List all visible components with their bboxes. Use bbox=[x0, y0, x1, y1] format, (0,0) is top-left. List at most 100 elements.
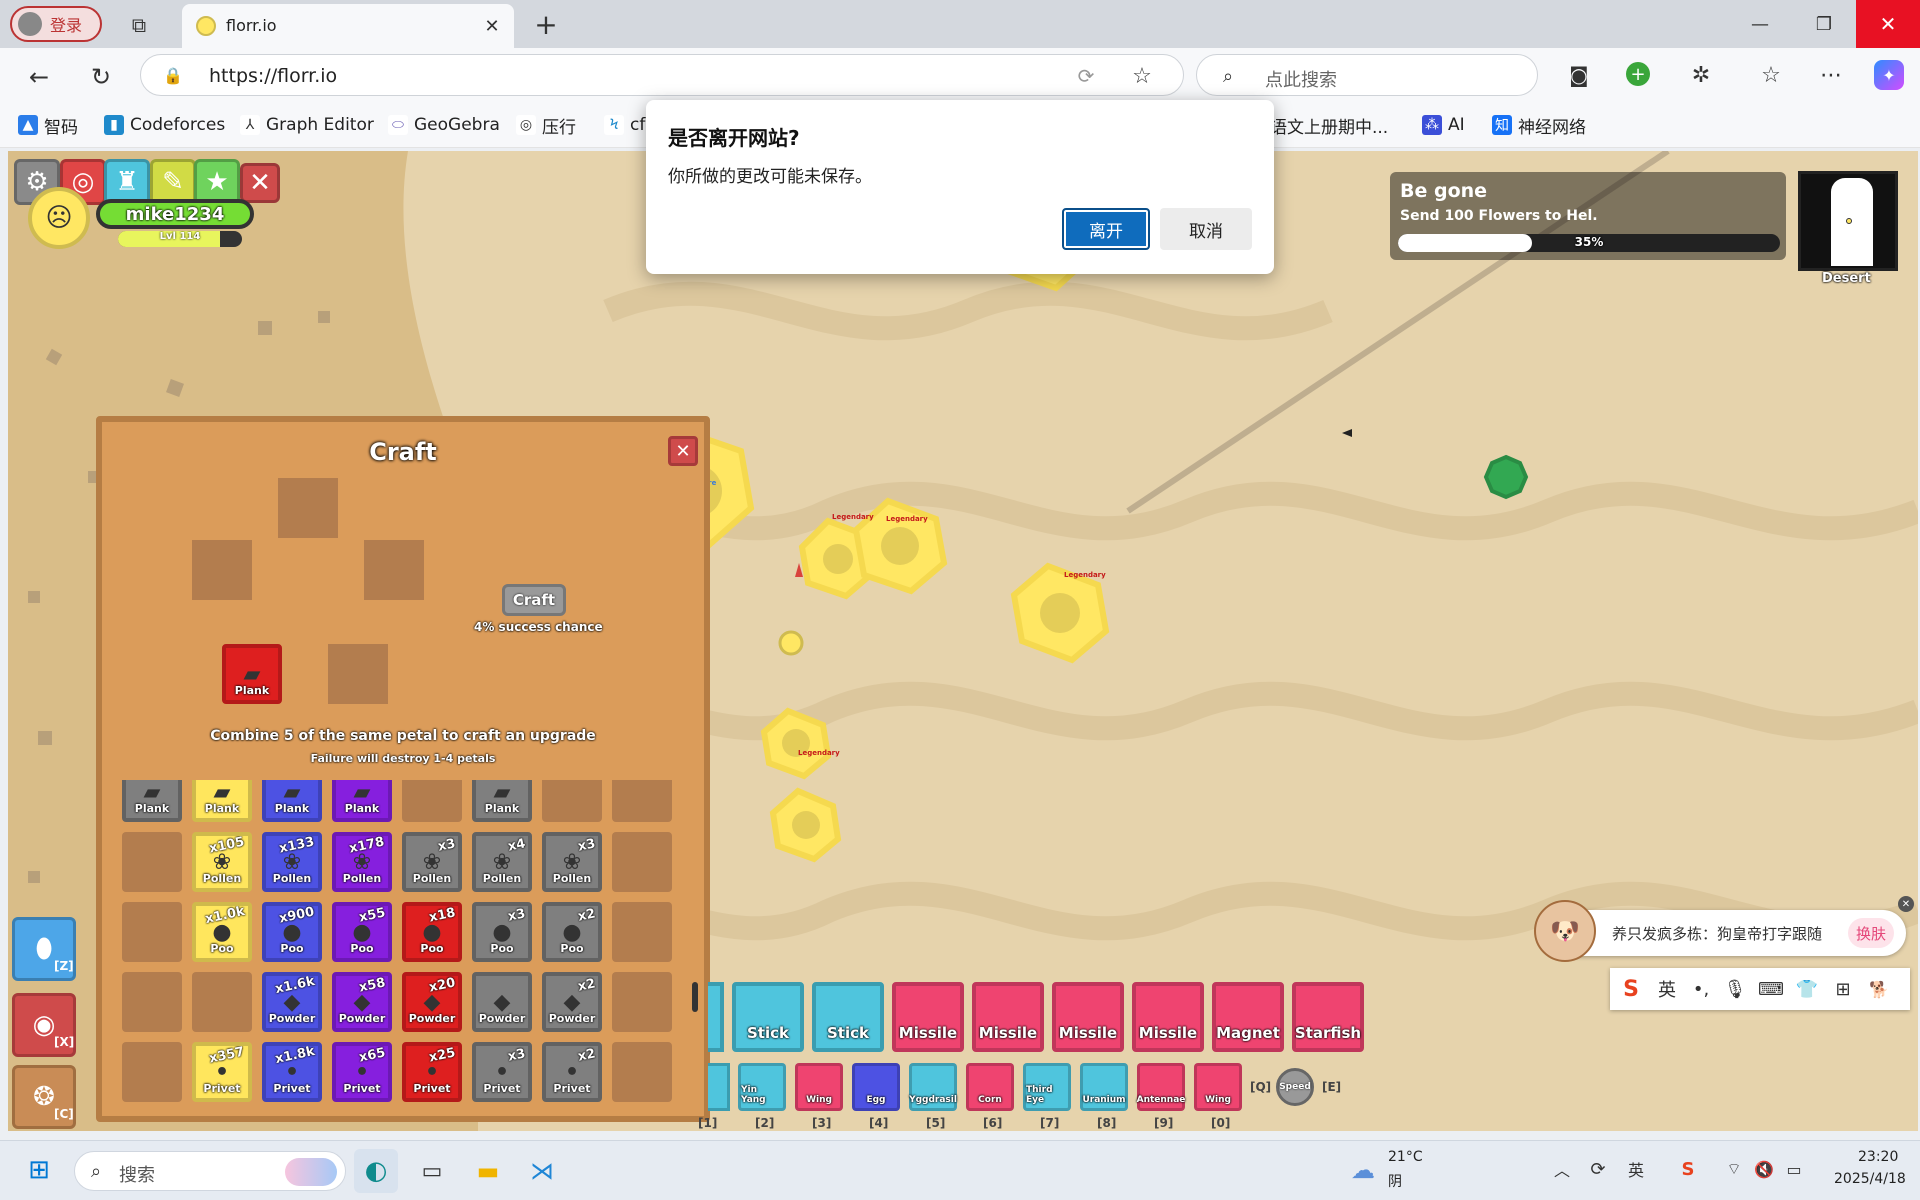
petal-slot-plank[interactable]: ▰ Plank bbox=[192, 780, 252, 822]
tab-actions-icon[interactable]: ⧉ bbox=[124, 10, 154, 40]
favorite-star-icon[interactable]: ☆ bbox=[1129, 63, 1155, 89]
secondary-slot-wing[interactable]: Wing bbox=[795, 1063, 843, 1111]
petal-slot-plank[interactable]: ▰ Plank bbox=[472, 780, 532, 822]
shirt-icon[interactable]: 👕 bbox=[1794, 976, 1820, 1002]
file-explorer-icon[interactable]: ▬ bbox=[466, 1149, 510, 1193]
speed-toggle[interactable]: Speed bbox=[1276, 1068, 1314, 1106]
secondary-slot-wing[interactable]: Wing bbox=[1194, 1063, 1242, 1111]
secondary-slot-corn[interactable]: Corn bbox=[966, 1063, 1014, 1111]
petal-slot-powder[interactable]: ◆ Powder bbox=[472, 972, 532, 1032]
bookmark-codeforces[interactable]: ▮ Codeforces bbox=[104, 112, 225, 138]
petal-slot-plank[interactable]: ▰ Plank bbox=[122, 780, 182, 822]
lock-icon[interactable]: 🔒 bbox=[163, 65, 183, 85]
bookmark-neural-net[interactable]: 知神经网络 bbox=[1492, 112, 1586, 138]
craft-slot[interactable] bbox=[364, 540, 424, 600]
empty-slot[interactable] bbox=[402, 780, 462, 822]
empty-slot[interactable] bbox=[612, 1042, 672, 1102]
microphone-icon[interactable]: 🎙 bbox=[1722, 976, 1748, 1002]
petal-slot-pollen[interactable]: ❀ Pollen x4 bbox=[472, 832, 532, 892]
empty-slot[interactable] bbox=[122, 902, 182, 962]
minimize-icon[interactable]: — bbox=[1736, 8, 1784, 40]
hotbar-slot-missile[interactable]: Missile bbox=[1052, 982, 1124, 1052]
petal-slot-pollen[interactable]: ❀ Pollen x3 bbox=[402, 832, 462, 892]
bookmark-graph-editor[interactable]: ⅄ Graph Editor bbox=[240, 112, 374, 138]
petal-slot-poo[interactable]: ● Poo x18 bbox=[402, 902, 462, 962]
hotbar-slot-magnet[interactable]: Magnet bbox=[1212, 982, 1284, 1052]
refresh-icon[interactable]: ↻ bbox=[84, 60, 118, 94]
petal-slot-powder[interactable]: ◆ Powder x2 bbox=[542, 972, 602, 1032]
craft-selected-petal[interactable]: ▰ Plank bbox=[222, 644, 282, 704]
grid-scrollbar[interactable] bbox=[692, 982, 698, 1012]
translate-icon[interactable]: ⟳ bbox=[1073, 63, 1099, 89]
login-button[interactable]: 登录 bbox=[10, 6, 102, 42]
grid-menu-icon[interactable]: ⊞ bbox=[1830, 976, 1856, 1002]
empty-slot[interactable] bbox=[612, 902, 672, 962]
search-box[interactable]: ⌕ 点此搜索 bbox=[1196, 54, 1538, 96]
empty-slot[interactable] bbox=[192, 972, 252, 1032]
address-bar[interactable]: 🔒 https://florr.io ⟳ ☆ bbox=[140, 54, 1184, 96]
taskbar-search[interactable]: ⌕ 搜索 bbox=[74, 1151, 346, 1191]
secondary-slot-uranium[interactable]: Uranium bbox=[1080, 1063, 1128, 1111]
sogou-tray-icon[interactable]: S bbox=[1676, 1157, 1700, 1181]
secondary-slot-egg[interactable]: Egg bbox=[852, 1063, 900, 1111]
petal-slot-poo[interactable]: ● Poo x1.0k bbox=[192, 902, 252, 962]
petal-slot-pollen[interactable]: ❀ Pollen x3 bbox=[542, 832, 602, 892]
sync-icon[interactable]: ⟳ bbox=[1586, 1157, 1610, 1181]
close-menu-button[interactable]: ✕ bbox=[240, 163, 280, 203]
sogou-logo-icon[interactable]: S bbox=[1618, 976, 1644, 1002]
leave-button[interactable]: 离开 bbox=[1062, 208, 1150, 250]
petal-slot-privet[interactable]: • Privet x357 bbox=[192, 1042, 252, 1102]
petal-slot-powder[interactable]: ◆ Powder x1.6k bbox=[262, 972, 322, 1032]
empty-slot[interactable] bbox=[612, 972, 672, 1032]
bookmark-chinese-midterm[interactable]: 语文上册期中... bbox=[1270, 112, 1388, 138]
taskbar-ime-indicator[interactable]: 英 bbox=[1624, 1157, 1648, 1181]
craft-slot[interactable] bbox=[328, 644, 388, 704]
secondary-slot-yggdrasil[interactable]: Yggdrasil bbox=[909, 1063, 957, 1111]
craft-close-button[interactable]: ✕ bbox=[668, 436, 698, 466]
favorites-icon[interactable]: ☆ bbox=[1756, 60, 1786, 90]
extension-add-icon[interactable]: + bbox=[1626, 62, 1650, 86]
volume-muted-icon[interactable]: 🔇 bbox=[1752, 1157, 1776, 1181]
copilot-icon[interactable]: ✦ bbox=[1874, 60, 1904, 90]
hotbar-slot-missile[interactable]: Missile bbox=[1132, 982, 1204, 1052]
cancel-button[interactable]: 取消 bbox=[1160, 208, 1252, 250]
ime-skin-button[interactable]: 换肤 bbox=[1848, 918, 1894, 948]
terminal-taskbar-icon[interactable]: ▭ bbox=[410, 1149, 454, 1193]
ime-close-icon[interactable]: ✕ bbox=[1898, 896, 1914, 912]
profile-icon[interactable]: ◙ bbox=[1564, 60, 1594, 90]
battery-icon[interactable]: ▭ bbox=[1782, 1157, 1806, 1181]
petal-slot-poo[interactable]: ● Poo x900 bbox=[262, 902, 322, 962]
hotbar-slot-missile[interactable]: Missile bbox=[972, 982, 1044, 1052]
petal-slot-poo[interactable]: ● Poo x55 bbox=[332, 902, 392, 962]
clock-date[interactable]: 2025/4/18 bbox=[1834, 1171, 1906, 1187]
empty-slot[interactable] bbox=[122, 972, 182, 1032]
hotbar-slot-missile[interactable]: Missile bbox=[892, 982, 964, 1052]
empty-slot[interactable] bbox=[612, 832, 672, 892]
empty-slot[interactable] bbox=[612, 780, 672, 822]
petal-slot-privet[interactable]: • Privet x2 bbox=[542, 1042, 602, 1102]
petal-slot-poo[interactable]: ● Poo x3 bbox=[472, 902, 532, 962]
start-icon[interactable]: ⊞ bbox=[24, 1155, 54, 1185]
edge-taskbar-icon[interactable]: ◐ bbox=[354, 1149, 398, 1193]
close-tab-icon[interactable]: ✕ bbox=[480, 14, 504, 38]
chevron-up-icon[interactable]: ︿ bbox=[1550, 1157, 1574, 1181]
keyboard-icon[interactable]: ⌨ bbox=[1758, 976, 1784, 1002]
hotbar-slot-starfish[interactable]: Starfish bbox=[1292, 982, 1364, 1052]
bookmark-ai[interactable]: ⁂ AI bbox=[1422, 112, 1465, 138]
mascot-icon[interactable]: 🐕 bbox=[1866, 976, 1892, 1002]
punctuation-icon[interactable]: •, bbox=[1688, 976, 1714, 1002]
wifi-icon[interactable]: ⌔ bbox=[1722, 1157, 1746, 1181]
petal-slot-powder[interactable]: ◆ Powder x58 bbox=[332, 972, 392, 1032]
craft-slot[interactable] bbox=[192, 540, 252, 600]
secondary-slot-yin-yang[interactable]: Yin Yang bbox=[738, 1063, 786, 1111]
hotbar-partial-slot[interactable] bbox=[708, 982, 724, 1052]
empty-slot[interactable] bbox=[542, 780, 602, 822]
hotbar-slot-stick[interactable]: Stick bbox=[812, 982, 884, 1052]
ime-language-toggle[interactable]: 英 bbox=[1654, 976, 1680, 1002]
petal-slot-privet[interactable]: • Privet x3 bbox=[472, 1042, 532, 1102]
secondary-slot-antennae[interactable]: Antennae bbox=[1137, 1063, 1185, 1111]
bookmark-zhima[interactable]: ▲ 智码 bbox=[18, 112, 78, 138]
bookmark-yahang[interactable]: ◎ 压行 bbox=[516, 112, 576, 138]
bookmark-geogebra[interactable]: ⬭ GeoGebra bbox=[388, 112, 500, 138]
petal-slot-poo[interactable]: ● Poo x2 bbox=[542, 902, 602, 962]
